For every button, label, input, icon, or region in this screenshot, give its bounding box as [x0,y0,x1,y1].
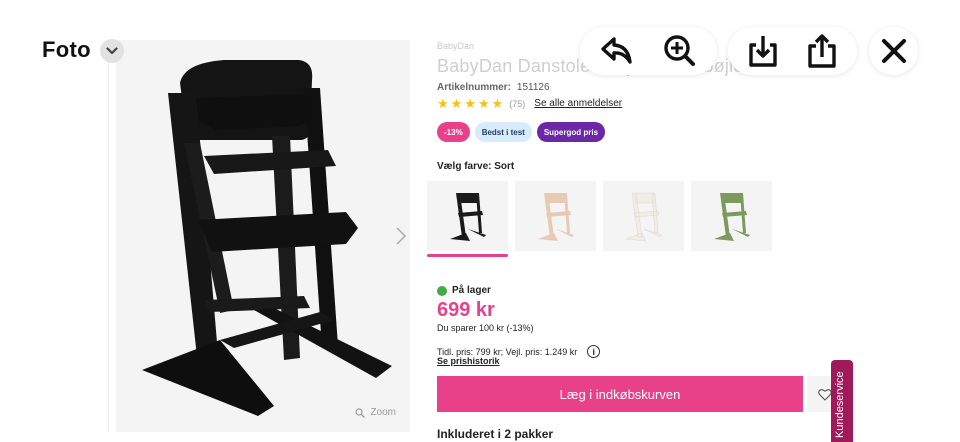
undo-icon[interactable] [597,31,637,71]
stock-label: På lager [452,285,491,296]
close-button[interactable] [869,27,918,75]
stock-status: På lager [437,285,491,296]
badge-row: -13% Bedst i test Supergod pris [437,122,606,142]
swatch-black[interactable] [427,181,508,257]
in-stock-dot-icon [437,285,447,296]
divider [108,40,109,432]
discount-badge: -13% [437,122,470,142]
rating: ★ ★ ★ ★ ★ (75) Se alle anmeldelser [437,97,622,110]
close-icon [881,39,906,63]
price: 699 kr [437,299,495,321]
chevron-right-icon[interactable] [394,224,408,248]
chair-thumbnail [537,193,574,241]
viewer-title[interactable]: Foto [42,37,91,63]
product-image-viewer: Zoom Foto BabyDan BabyDan Danstolen højs… [0,0,960,442]
add-to-cart-button[interactable]: Læg i indkøbskurven [437,376,803,412]
star-icon: ★ [450,96,463,111]
previous-price-text: Tidl. pris: 799 kr; Vejl. pris: 1.249 kr [437,346,578,357]
zoom-hint[interactable]: Zoom [355,407,396,418]
customer-service-tab[interactable]: Kundeservice [831,360,853,442]
best-in-test-badge: Bedst i test [474,122,532,142]
star-icon: ★ [437,96,449,111]
swatch-green[interactable] [691,181,772,251]
chair-thumbnail [449,193,486,241]
all-reviews-link[interactable]: Se alle anmeldelser [534,98,622,109]
star-icon: ★ [464,96,476,111]
product-brand: BabyDan [437,41,475,51]
magnifier-icon [355,407,366,418]
review-count: (75) [509,98,526,109]
great-price-badge: Supergod pris [536,122,606,142]
toolbar-left-group [580,27,717,75]
chevron-down-icon[interactable] [100,39,124,63]
toolbar-middle-group [728,27,857,75]
included-in-packages: Inkluderet i 2 pakker [437,427,554,441]
download-icon[interactable] [743,31,783,71]
zoom-hint-label: Zoom [370,407,396,418]
saving-text: Du sparer 100 kr (-13%) [437,323,534,333]
highchair-image [142,60,392,416]
info-icon[interactable]: i [587,345,601,358]
customer-service-label: Kundeservice [834,371,846,438]
article-number: Artikelnummer: 151126 [437,82,550,93]
article-number-value: 151126 [516,82,550,93]
zoom-in-icon[interactable] [660,31,700,71]
chair-thumbnail [625,192,662,242]
star-icon: ★ [477,96,490,111]
price-history-link[interactable]: Se prishistorik [437,356,500,366]
article-number-label: Artikelnummer: [437,82,511,93]
swatch-natural[interactable] [515,181,596,251]
product-photo[interactable]: Zoom [116,40,410,432]
color-swatches [427,181,772,257]
swatch-white[interactable] [603,181,684,251]
color-label: Vælg farve: Sort [437,161,515,172]
share-icon[interactable] [802,31,842,71]
chair-thumbnail [713,193,750,241]
star-icon: ★ [491,96,504,111]
heart-icon [818,388,832,401]
